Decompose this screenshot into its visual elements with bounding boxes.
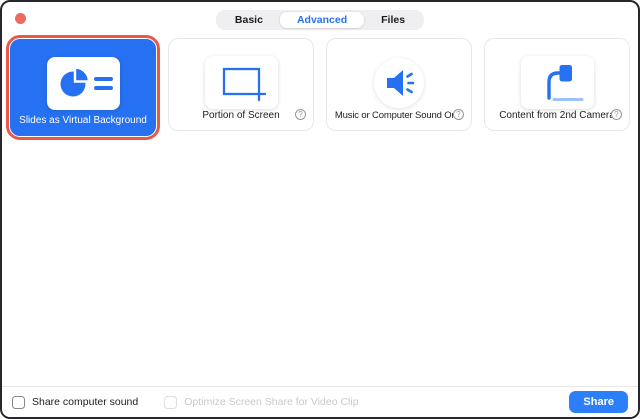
- slides-virtual-background-icon: [47, 57, 120, 110]
- share-dialog-window: Basic Advanced Files Slides as Virtual B…: [0, 0, 640, 419]
- option-label: Content from 2nd Camera: [499, 110, 615, 121]
- option-label: Slides as Virtual Background: [19, 115, 147, 126]
- footer-bar: Share computer sound Optimize Screen Sha…: [2, 386, 638, 417]
- share-computer-sound-checkbox[interactable]: Share computer sound: [12, 396, 138, 409]
- option-slides-virtual-background[interactable]: Slides as Virtual Background: [10, 39, 156, 136]
- optimize-video-clip-checkbox: Optimize Screen Share for Video Clip: [164, 396, 358, 409]
- option-computer-sound-only[interactable]: Music or Computer Sound Only ?: [326, 38, 472, 131]
- close-button[interactable]: [15, 13, 26, 24]
- tab-files[interactable]: Files: [364, 12, 422, 28]
- computer-sound-icon: [374, 58, 424, 108]
- option-label: Music or Computer Sound Only: [335, 110, 463, 121]
- tab-basic[interactable]: Basic: [218, 12, 280, 28]
- tab-advanced[interactable]: Advanced: [280, 12, 364, 28]
- checkbox-box: [164, 396, 177, 409]
- checkbox-box[interactable]: [12, 396, 25, 409]
- option-portion-of-screen[interactable]: Portion of Screen ?: [168, 38, 314, 131]
- help-icon[interactable]: ?: [611, 109, 622, 120]
- share-mode-tabs: Basic Advanced Files: [216, 10, 424, 30]
- help-icon[interactable]: ?: [295, 109, 306, 120]
- checkbox-label: Optimize Screen Share for Video Clip: [184, 396, 358, 408]
- share-button[interactable]: Share: [569, 391, 628, 413]
- option-label: Portion of Screen: [202, 110, 279, 121]
- checkbox-label: Share computer sound: [32, 396, 138, 408]
- second-camera-icon: [521, 56, 594, 109]
- share-options-grid: Slides as Virtual Background Portion of …: [10, 38, 630, 136]
- option-content-2nd-camera[interactable]: Content from 2nd Camera ?: [484, 38, 630, 131]
- help-icon[interactable]: ?: [453, 109, 464, 120]
- portion-of-screen-icon: [205, 56, 278, 109]
